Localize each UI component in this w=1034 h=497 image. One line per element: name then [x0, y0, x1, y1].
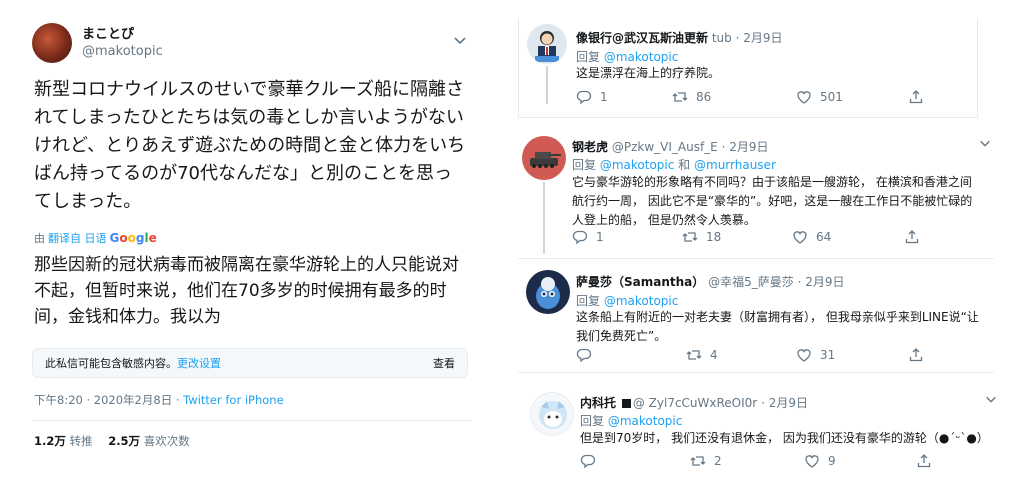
tweet-text-translated: 那些因新的冠状病毒而被隔离在豪华游轮上的人只能说对不起，但暂时来说，他们在70多…	[34, 255, 459, 327]
action-bar: 4 31	[686, 347, 924, 363]
divider	[518, 258, 994, 259]
action-bar: 1 86 501	[576, 89, 924, 105]
heart-icon	[805, 455, 819, 468]
main-tweet: まことぴ @makotopic 新型コロナウイルスのせいで豪華クルーズ船に隔離さ…	[22, 20, 472, 449]
heart-icon	[793, 231, 807, 244]
replying-to: 回复 @makotopic	[576, 50, 679, 64]
author-names[interactable]: まことぴ @makotopic	[82, 26, 163, 60]
chevron-down-icon[interactable]	[452, 32, 468, 48]
replying-to: 回复 @makotopic	[576, 294, 679, 308]
tweet-source-link[interactable]: Twitter for iPhone	[183, 393, 284, 407]
retweet-icon	[672, 92, 688, 102]
like-action[interactable]: 501	[796, 89, 908, 105]
mention-link[interactable]: @makotopic	[604, 294, 679, 308]
black-square-icon	[621, 399, 631, 408]
avatar[interactable]	[522, 136, 566, 180]
likes-label[interactable]: 喜欢次数	[144, 434, 190, 448]
mention-link[interactable]: @makotopic	[604, 50, 679, 64]
avatar[interactable]	[527, 24, 567, 64]
reply-action[interactable]	[576, 347, 592, 363]
reply-action[interactable]: 1	[576, 89, 672, 105]
share-action[interactable]	[904, 229, 920, 245]
action-bar: 2 9	[580, 453, 932, 469]
replying-to: 回复 @makotopic 和 @murrhauser	[572, 158, 776, 172]
reply-text: 但是到70岁时， 我们还没有退休金， 因为我们还没有豪华的游轮（●´ᵕ`●）	[580, 431, 989, 445]
retweet-action[interactable]: 4	[686, 347, 796, 363]
comment-icon	[580, 454, 596, 469]
retweet-icon	[686, 350, 702, 360]
translated-by-label: 由	[34, 232, 45, 245]
reply-author[interactable]: 内科托 @ Zyl7cCuWxReOI0r · 2月9日	[580, 394, 808, 411]
like-action[interactable]: 31	[796, 347, 908, 363]
comment-icon	[576, 90, 592, 105]
retweet-action[interactable]: 18	[682, 229, 792, 245]
view-button[interactable]: 查看	[433, 355, 455, 371]
tweet-header: まことぴ @makotopic	[22, 20, 472, 66]
avatar[interactable]	[32, 23, 72, 63]
like-action[interactable]: 64	[792, 229, 904, 245]
action-bar: 1 18 64	[572, 229, 920, 245]
thread-line	[543, 182, 545, 254]
retweet-icon	[682, 232, 698, 242]
comment-icon	[572, 230, 588, 245]
share-icon	[909, 348, 923, 362]
reply-action[interactable]: 1	[572, 229, 682, 245]
mention-link[interactable]: @makotopic	[608, 414, 683, 428]
reply-text: 它与豪华游轮的形象略有不同吗？由于该船是一艘游轮， 在横滨和香港之间航行约一周，…	[572, 175, 973, 227]
action-bar-reply	[576, 347, 592, 363]
divider	[518, 372, 994, 373]
share-icon	[917, 454, 931, 468]
mention-link[interactable]: @makotopic	[600, 158, 675, 172]
replying-to: 回复 @makotopic	[580, 414, 683, 428]
tweet-text-japanese: 新型コロナウイルスのせいで豪華クルーズ船に隔離されてしまったひとたちは気の毒とし…	[34, 79, 466, 212]
share-icon	[909, 90, 923, 104]
reply-author[interactable]: 钢老虎 @Pzkw_VI_Ausf_E · 2月9日	[572, 138, 769, 155]
user-handle[interactable]: @makotopic	[82, 43, 163, 60]
tweet-stats: 1.2万 转推 2.5万 喜欢次数	[34, 433, 472, 449]
share-action[interactable]	[908, 347, 924, 363]
heart-icon	[797, 91, 811, 104]
avatar[interactable]	[530, 392, 574, 436]
display-name[interactable]: まことぴ	[82, 26, 163, 43]
google-logo: Google	[109, 231, 157, 245]
share-action[interactable]	[916, 453, 932, 469]
chevron-down-icon[interactable]	[978, 136, 992, 150]
comment-icon	[576, 348, 592, 363]
reply-text: 这条船上有附近的一对老夫妻（财富拥有者）， 但我母亲似乎来到LINE说“让我们免…	[576, 310, 979, 343]
reply-author[interactable]: 萨曼莎（Samantha） @幸福5_萨曼莎 · 2月9日	[576, 273, 844, 290]
sensitive-notice-text: 此私信可能包含敏感内容。更改设置	[45, 357, 221, 370]
retweet-icon	[690, 456, 706, 466]
translated-from-link[interactable]: 翻译自 日语	[48, 230, 107, 246]
likes-count[interactable]: 2.5万	[108, 434, 140, 448]
reply-author[interactable]: 像银行@武汉瓦斯油更新 tub · 2月9日	[576, 29, 783, 46]
timestamp[interactable]: 下午8:20 · 2020年2月8日 ·	[34, 393, 183, 407]
divider	[32, 420, 472, 421]
translation-attribution: 由 翻译自 日语 Google	[34, 230, 472, 246]
retweet-action[interactable]: 2	[690, 453, 804, 469]
thread-line	[546, 66, 548, 104]
tweet-meta: 下午8:20 · 2020年2月8日 · Twitter for iPhone	[34, 392, 472, 408]
sensitive-content-notice: 此私信可能包含敏感内容。更改设置 查看	[32, 348, 468, 378]
reply-action[interactable]	[580, 453, 690, 469]
avatar[interactable]	[526, 270, 570, 314]
retweet-action[interactable]: 86	[672, 89, 796, 105]
change-settings-link[interactable]: 更改设置	[177, 357, 221, 370]
reply-text: 这是漂浮在海上的疗养院。	[576, 66, 721, 80]
like-action[interactable]: 9	[804, 453, 916, 469]
mention-link[interactable]: @murrhauser	[694, 158, 776, 172]
heart-icon	[797, 349, 811, 362]
retweets-count[interactable]: 1.2万	[34, 434, 66, 448]
chevron-down-icon[interactable]	[984, 392, 998, 406]
retweets-label[interactable]: 转推	[70, 434, 93, 448]
share-action[interactable]	[908, 89, 924, 105]
share-icon	[905, 230, 919, 244]
